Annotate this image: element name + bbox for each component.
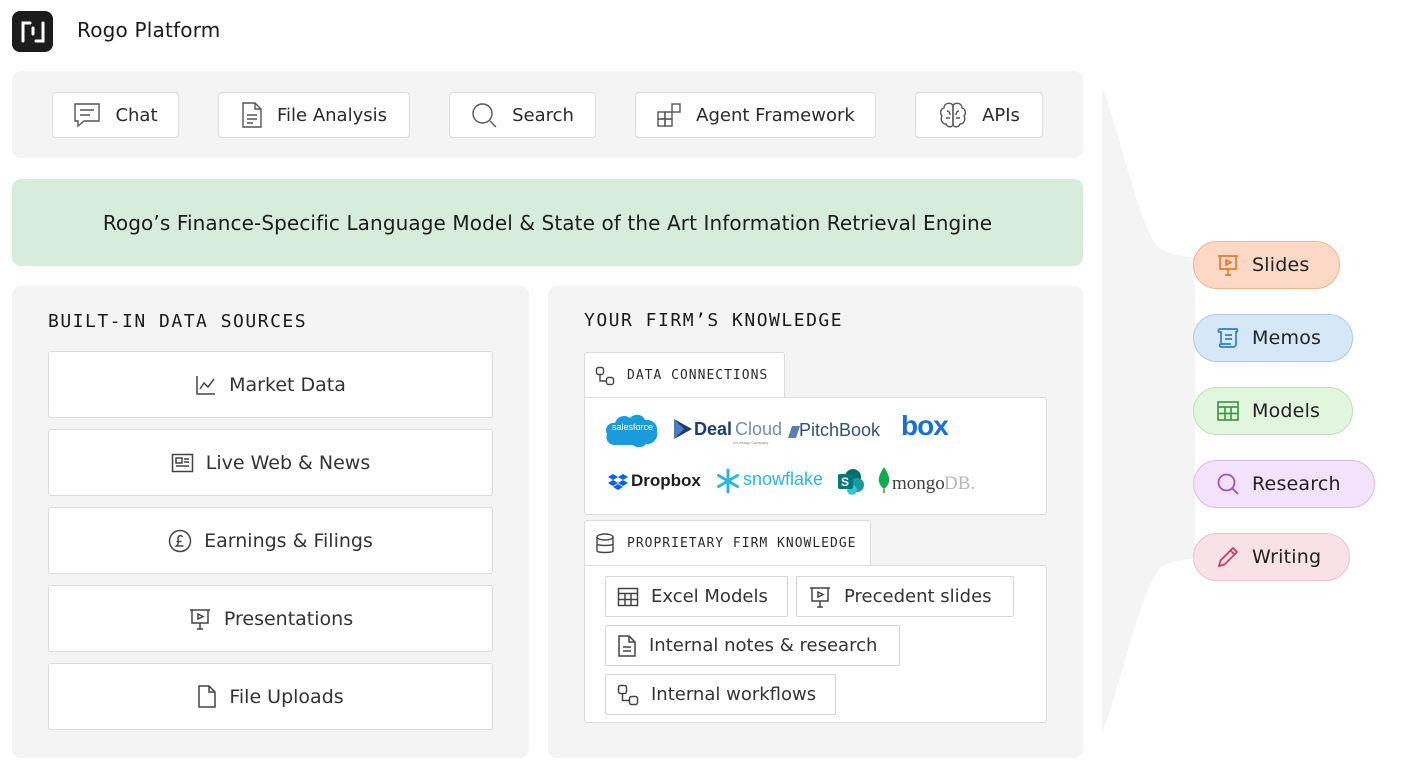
- scroll-icon: [1216, 326, 1240, 350]
- table-icon: [1216, 400, 1240, 422]
- item-excel-models[interactable]: Excel Models: [605, 576, 788, 617]
- output-label: Models: [1252, 400, 1321, 422]
- item-precedent-slides[interactable]: Precedent slides: [796, 576, 1014, 617]
- newspaper-icon: [171, 453, 194, 473]
- presentation-icon: [188, 607, 212, 631]
- builtin-heading: BUILT-IN DATA SOURCES: [48, 311, 308, 332]
- item-label: Internal workflows: [651, 684, 817, 705]
- tool-agent-framework-button[interactable]: Agent Framework: [635, 92, 876, 138]
- source-live-web-news[interactable]: Live Web & News: [48, 429, 493, 496]
- output-research[interactable]: Research: [1193, 460, 1375, 508]
- source-label: Earnings & Filings: [204, 529, 373, 552]
- chat-icon: [73, 102, 101, 128]
- tool-label: Agent Framework: [696, 104, 855, 126]
- presentation-icon: [1216, 253, 1240, 277]
- salesforce-logo: salesforce: [605, 411, 659, 449]
- output-label: Writing: [1252, 546, 1322, 568]
- rogo-logo-icon: [12, 11, 53, 52]
- engine-banner: Rogo’s Finance-Specific Language Model &…: [12, 179, 1083, 266]
- file-icon: [197, 684, 217, 709]
- tool-label: Chat: [115, 104, 158, 126]
- tool-label: APIs: [982, 104, 1020, 126]
- output-label: Slides: [1252, 254, 1310, 276]
- app-title: Rogo Platform: [77, 18, 221, 42]
- item-internal-workflows[interactable]: Internal workflows: [605, 674, 836, 715]
- source-earnings-filings[interactable]: Earnings & Filings: [48, 507, 493, 574]
- line-chart-icon: [195, 374, 217, 396]
- item-internal-notes[interactable]: Internal notes & research: [605, 625, 900, 666]
- table-icon: [617, 587, 639, 607]
- pencil-icon: [1216, 545, 1240, 569]
- proprietary-knowledge-body: Excel Models Precedent slides Internal n…: [584, 565, 1047, 723]
- output-models[interactable]: Models: [1193, 387, 1353, 435]
- source-market-data[interactable]: Market Data: [48, 351, 493, 418]
- dealcloud-logo: Deal Cloud An Intapp Company: [673, 418, 782, 448]
- proprietary-knowledge-tab: PROPRIETARY FIRM KNOWLEDGE: [584, 520, 871, 566]
- item-label: Precedent slides: [844, 586, 992, 607]
- firm-heading: YOUR FIRM’S KNOWLEDGE: [584, 310, 844, 331]
- database-icon: [595, 532, 615, 555]
- workflow-icon: [595, 366, 615, 386]
- source-file-uploads[interactable]: File Uploads: [48, 663, 493, 730]
- pound-coin-icon: [168, 529, 192, 553]
- tool-label: Search: [512, 104, 574, 126]
- tool-file-analysis-button[interactable]: File Analysis: [218, 92, 410, 138]
- tool-label: File Analysis: [276, 104, 387, 126]
- salesforce-logo-text: salesforce: [612, 422, 654, 432]
- data-connections-label: DATA CONNECTIONS: [627, 368, 769, 383]
- source-presentations[interactable]: Presentations: [48, 585, 493, 652]
- search-icon: [471, 102, 498, 129]
- file-icon: [241, 101, 263, 129]
- data-connections-body: salesforce Deal Cloud An Intapp Company …: [584, 397, 1047, 515]
- source-label: Market Data: [229, 373, 346, 396]
- tool-search-button[interactable]: Search: [449, 92, 596, 138]
- box-logo: box: [901, 410, 949, 441]
- presentation-icon: [808, 585, 832, 609]
- sharepoint-logo: S: [837, 468, 865, 496]
- output-slides[interactable]: Slides: [1193, 241, 1340, 289]
- tool-chat-button[interactable]: Chat: [52, 92, 179, 138]
- tool-apis-button[interactable]: APIs: [915, 92, 1043, 138]
- proprietary-knowledge-label: PROPRIETARY FIRM KNOWLEDGE: [627, 536, 857, 551]
- source-label: File Uploads: [229, 685, 344, 708]
- item-label: Excel Models: [651, 586, 768, 607]
- data-connections-tab: DATA CONNECTIONS: [584, 352, 785, 398]
- firm-knowledge-panel: YOUR FIRM’S KNOWLEDGE DATA CONNECTIONS s…: [548, 286, 1083, 758]
- brain-icon: [938, 101, 968, 129]
- source-label: Presentations: [223, 607, 354, 630]
- source-label: Live Web & News: [205, 451, 371, 474]
- output-memos[interactable]: Memos: [1193, 314, 1353, 362]
- output-writing[interactable]: Writing: [1193, 533, 1350, 581]
- builtin-data-sources-panel: BUILT-IN DATA SOURCES Market Data Live W…: [12, 286, 529, 758]
- document-icon: [617, 634, 637, 658]
- agent-grid-icon: [656, 102, 682, 128]
- search-icon: [1216, 472, 1240, 496]
- output-label: Memos: [1252, 327, 1322, 349]
- funnel-connector: [1102, 88, 1195, 734]
- output-label: Research: [1252, 473, 1341, 495]
- workflow-icon: [617, 684, 639, 706]
- tools-panel: Chat File Analysis Search Agent Framewor…: [12, 71, 1083, 158]
- item-label: Internal notes & research: [649, 635, 878, 656]
